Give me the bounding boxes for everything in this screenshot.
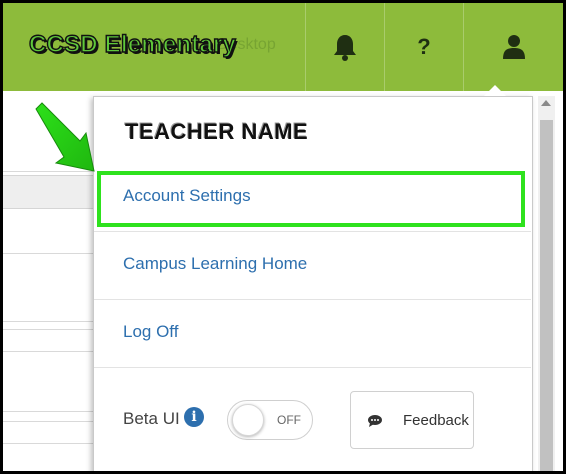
highlight-box <box>97 171 525 227</box>
bell-icon <box>334 35 356 61</box>
notifications-button[interactable] <box>305 3 384 91</box>
feedback-label: Feedback <box>403 412 469 429</box>
background-divider <box>3 253 93 254</box>
annotation-arrow-icon <box>35 102 95 172</box>
scroll-up-arrow-icon[interactable] <box>541 100 551 106</box>
background-divider <box>3 411 93 412</box>
chat-bubble-icon <box>368 415 382 427</box>
help-button[interactable]: ? <box>384 3 463 91</box>
scrollbar-thumb[interactable] <box>540 120 553 471</box>
background-divider <box>3 321 93 322</box>
menu-item-campus-learning-home[interactable]: Campus Learning Home <box>94 232 531 300</box>
teacher-name: TEACHER NAME <box>125 119 309 144</box>
user-icon <box>503 35 525 59</box>
toggle-state: OFF <box>277 413 301 427</box>
user-menu-button[interactable] <box>463 3 563 91</box>
beta-ui-toggle[interactable]: OFF <box>227 400 313 440</box>
menu-item-label: Campus Learning Home <box>123 254 308 273</box>
background-divider <box>3 443 93 444</box>
dropdown-caret <box>484 85 506 96</box>
menu-item-label: Log Off <box>123 322 179 341</box>
school-name: CCSD Elementary <box>28 30 237 58</box>
beta-ui-label: Beta UI <box>123 409 180 428</box>
question-mark-icon: ? <box>417 34 431 59</box>
menu-item-log-off[interactable]: Log Off <box>94 300 531 368</box>
feedback-button[interactable]: Feedback <box>350 391 474 449</box>
background-divider <box>3 351 93 352</box>
background-divider <box>3 329 93 330</box>
background-divider <box>3 421 93 422</box>
top-navigation-bar: Campus Desktop CCSD Elementary ? <box>3 3 563 91</box>
screenshot-frame: Campus Desktop CCSD Elementary ? TEACHER… <box>0 0 566 474</box>
info-icon[interactable]: i <box>184 407 204 427</box>
toggle-knob <box>232 404 264 436</box>
